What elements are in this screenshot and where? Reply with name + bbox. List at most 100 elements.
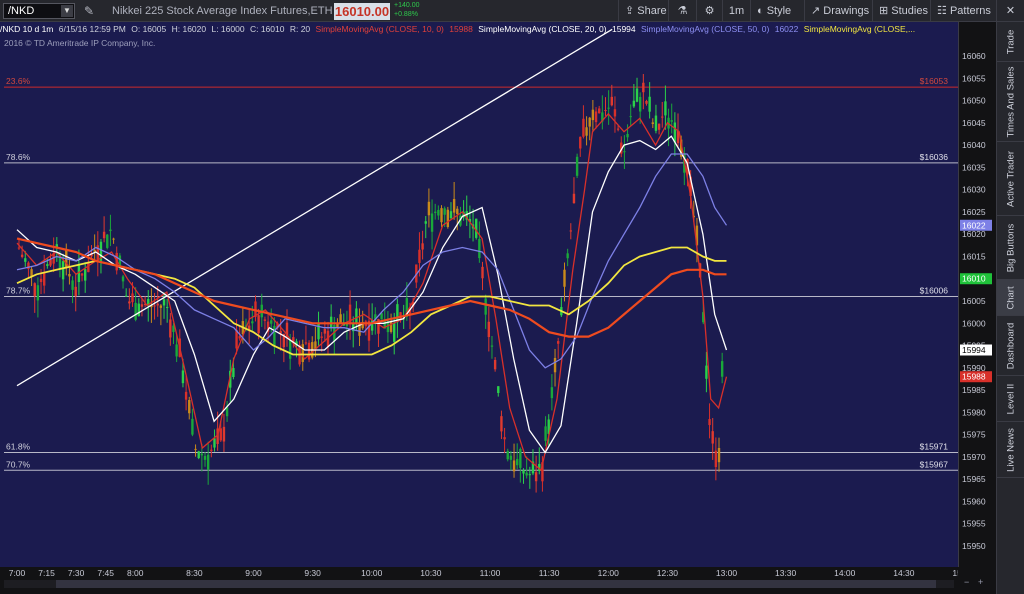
candle-body: [124, 295, 128, 297]
candle-body: [579, 136, 582, 149]
zoom-in-icon[interactable]: +: [978, 577, 983, 587]
candle-body: [512, 460, 516, 472]
candle-body: [506, 450, 509, 460]
studies-label: Studies: [891, 5, 928, 17]
zoom-out-icon[interactable]: −: [964, 577, 969, 587]
candle-body: [534, 472, 538, 482]
candle-body: [623, 151, 626, 153]
candle-body: [475, 218, 478, 238]
tab-level-ii[interactable]: Level II: [997, 376, 1024, 422]
candle-body: [449, 211, 453, 219]
last-price: 16010.00: [334, 3, 390, 20]
net-change: +140.00: [394, 2, 420, 9]
candle-body: [175, 344, 178, 357]
candle-body: [74, 286, 77, 297]
time-tick-label: 14:30: [893, 568, 915, 578]
candle-body: [222, 426, 226, 442]
legend-range: R: 20: [289, 24, 311, 34]
price-tick-label: 16005: [962, 296, 986, 306]
candle-body: [720, 361, 724, 377]
copyright-notice: 2016 © TD Ameritrade IP Company, Inc.: [4, 38, 156, 48]
candle-body: [626, 133, 629, 138]
candle-body: [232, 368, 235, 378]
legend-sma100[interactable]: SimpleMovingAvg (CLOSE,...: [804, 24, 915, 34]
tab-active-trader[interactable]: Active Trader: [997, 142, 1024, 216]
candle-body: [487, 321, 491, 338]
candle-body: [131, 293, 134, 303]
candle-body: [203, 456, 207, 460]
legend-symbol: /NKD 10 d 1m: [0, 24, 54, 34]
candle-body: [645, 100, 648, 104]
patterns-button[interactable]: ☷ Patterns: [930, 0, 996, 22]
price-tick-label: 15975: [962, 430, 986, 440]
candle-body: [446, 209, 450, 227]
share-icon: ⇪: [625, 5, 635, 17]
fib-level-price: $16036: [920, 152, 949, 162]
tab-times-and-sales-label: Times And Sales: [1005, 66, 1017, 137]
price-marker-label: 16010: [962, 274, 986, 284]
timeframe-button[interactable]: 1m: [722, 0, 750, 22]
price-tick-label: 16040: [962, 140, 986, 150]
tab-chart[interactable]: Chart: [997, 280, 1024, 316]
candle-body: [80, 273, 84, 276]
scrollbar-thumb[interactable]: [56, 580, 936, 588]
price-marker-label: 15994: [962, 345, 986, 355]
candle-body: [197, 451, 200, 459]
tab-dashboard[interactable]: Dashboard: [997, 316, 1024, 376]
share-button[interactable]: ⇪ Share: [618, 0, 668, 22]
candle-body: [169, 319, 172, 338]
chevron-down-icon[interactable]: ▼: [61, 5, 73, 17]
time-tick-label: 12:00: [598, 568, 620, 578]
tab-trade[interactable]: Trade: [997, 22, 1024, 62]
price-tick-label: 15955: [962, 519, 986, 529]
candle-body: [162, 299, 166, 306]
candle-body: [225, 407, 229, 417]
symbol-selector[interactable]: /NKD ▼: [3, 3, 75, 19]
drawings-button[interactable]: ↗ Drawings: [804, 0, 872, 22]
candle-body: [566, 253, 569, 259]
candle-body: [273, 325, 276, 346]
flask-button[interactable]: ⚗: [668, 0, 696, 22]
fib-level-percent: 23.6%: [6, 76, 31, 86]
time-tick-label: 11:00: [480, 568, 501, 578]
legend-sma20[interactable]: SimpleMovingAvg (CLOSE, 20, 0): [478, 24, 606, 34]
candle-body: [500, 416, 503, 432]
candle-body: [591, 109, 595, 121]
price-chart[interactable]: 23.6% $16053 78.6% $16036 78.7% $16006 61.8% $1…: [0, 22, 958, 567]
price-tick-label: 16045: [962, 118, 986, 128]
fib-level-price: $16053: [920, 76, 949, 86]
candle-body: [210, 449, 213, 452]
legend-sma10-value: 15988: [449, 24, 473, 34]
candle-body: [153, 305, 156, 307]
settings-button[interactable]: ⚙: [696, 0, 722, 22]
candle-body: [638, 96, 642, 112]
candle-body: [17, 247, 21, 249]
candle-body: [109, 229, 112, 232]
tab-live-news[interactable]: Live News: [997, 422, 1024, 478]
studies-button[interactable]: ⊞ Studies: [872, 0, 930, 22]
fib-level-price: $15967: [920, 459, 949, 469]
candle-body: [307, 342, 311, 360]
close-button[interactable]: ✕: [996, 0, 1024, 22]
candle-body: [421, 243, 424, 250]
candle-body: [588, 117, 591, 127]
legend-sma50[interactable]: SimpleMovingAvg (CLOSE, 50, 0): [641, 24, 769, 34]
price-axis[interactable]: 16060 16055 16050 16045 16040 16035 16030 16025…: [958, 22, 996, 567]
candle-body: [323, 328, 327, 334]
pencil-icon[interactable]: ✎: [84, 4, 94, 18]
tab-trade-label: Trade: [1005, 29, 1017, 54]
price-tick-label: 15985: [962, 385, 986, 395]
legend-sma10[interactable]: SimpleMovingAvg (CLOSE, 10, 0): [316, 24, 444, 34]
candle-body: [20, 254, 24, 257]
candle-body: [443, 208, 446, 215]
price-change: +140.00 +0.88%: [394, 1, 420, 19]
timeframe-label: 1m: [728, 5, 745, 17]
style-button[interactable]: ◐ Style: [750, 0, 804, 22]
time-tick-label: 7:00: [9, 568, 26, 578]
candle-body: [673, 122, 677, 143]
chart-canvas[interactable]: 23.6% $16053 78.6% $16036 78.7% $16006 61.8% $1…: [0, 22, 958, 567]
tab-times-and-sales[interactable]: Times And Sales: [997, 62, 1024, 142]
sidebar-tabs: Trade Times And Sales Active Trader Big …: [996, 22, 1024, 594]
price-tick-label: 16015: [962, 251, 986, 261]
tab-big-buttons[interactable]: Big Buttons: [997, 216, 1024, 280]
